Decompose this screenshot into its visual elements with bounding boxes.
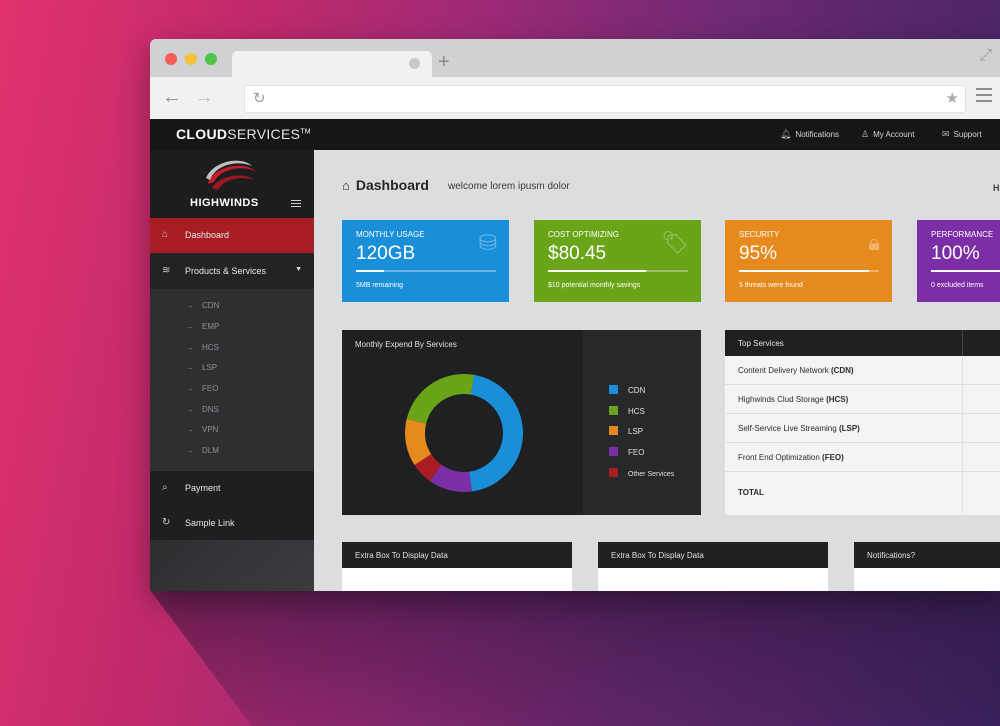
lock-icon: 🔒︎ — [868, 230, 880, 255]
sidebar-item-dashboard[interactable]: ⌂ Dashboard — [150, 218, 314, 253]
support-link[interactable]: ✉ Support — [942, 129, 982, 140]
logo-text: HIGHWINDS — [190, 197, 259, 209]
tab-close-icon[interactable] — [409, 58, 420, 69]
progress-bar — [739, 270, 879, 272]
sidebar-item-sample-link[interactable]: ↻ Sample Link — [150, 506, 314, 541]
browser-toolbar: ← → ↻ ★ — [150, 77, 1000, 119]
legend-item-feo: FEO — [609, 447, 644, 457]
submenu-item-feo[interactable]: → FEO — [186, 384, 218, 393]
sidebar: HIGHWINDS ⌂ Dashboard ≋ Products & Servi… — [150, 150, 314, 591]
page-right-text: H — [993, 183, 1000, 193]
arrow-right-icon: → — [186, 301, 194, 310]
main-content: ⌂ Dashboard welcome lorem ipusm dolor H M… — [314, 150, 1000, 591]
background-shadow — [150, 590, 1000, 726]
sidebar-footer — [150, 540, 314, 591]
stat-card-performance[interactable]: PERFORMANCE 100% 0 excluded items — [917, 220, 1000, 302]
submenu-item-dlm[interactable]: → DLM — [186, 446, 219, 455]
browser-menu-icon[interactable] — [976, 88, 992, 106]
table-row[interactable]: Front End Optimization (FEO) — [725, 443, 1000, 472]
user-icon: ♙ — [861, 129, 870, 139]
progress-bar — [548, 270, 688, 272]
home-icon: ⌂ — [162, 229, 169, 240]
chart-panel: Monthly Expend By Services CDN HCS LSP F… — [342, 330, 701, 515]
legend-item-hcs: HCS — [609, 406, 645, 416]
arrow-right-icon: → — [186, 363, 194, 372]
tag-icon: ⌕ — [162, 482, 168, 493]
table-row[interactable]: Self-Service Live Streaming (LSP) — [725, 414, 1000, 443]
arrow-right-icon: → — [186, 446, 194, 455]
chart-legend: CDN HCS LSP FEO Other Services — [583, 330, 701, 515]
chevron-down-icon: ▼ — [295, 266, 302, 273]
extra-box-2: Extra Box To Display Data — [598, 542, 828, 591]
bookmark-star-icon[interactable]: ★ — [946, 89, 959, 107]
legend-item-lsp: LSP — [609, 426, 643, 436]
submenu-item-emp[interactable]: → EMP — [186, 322, 219, 331]
close-window-button[interactable] — [165, 53, 177, 65]
submenu-item-hcs[interactable]: → HCS — [186, 343, 219, 352]
products-submenu: → CDN → EMP → HCS → LSP → FEO → DNS → VPN → DLM — [150, 289, 314, 471]
fullscreen-icon[interactable]: ⤢ — [979, 47, 992, 65]
stat-card-monthly-usage[interactable]: MONTHLY USAGE 120GB 5MB remaining ⛁ — [342, 220, 509, 302]
progress-bar — [931, 270, 1000, 272]
notifications-link[interactable]: 🔔︎ Notifications — [780, 129, 839, 140]
chart-title: Monthly Expend By Services — [355, 340, 457, 349]
price-tag-icon: 🏷︎ — [661, 230, 689, 255]
legend-item-other-services: Other Services — [609, 468, 674, 478]
submenu-item-vpn[interactable]: → VPN — [186, 425, 218, 434]
donut-chart — [405, 374, 523, 492]
refresh-icon: ↻ — [162, 517, 171, 528]
my-account-link[interactable]: ♙ My Account — [861, 129, 914, 140]
progress-bar — [356, 270, 496, 272]
submenu-item-dns[interactable]: → DNS — [186, 405, 219, 414]
app-header: CLOUDSERVICESTM 🔔︎ Notifications ♙ My Acco… — [150, 119, 1000, 150]
stat-card-security[interactable]: SECURITY 95% 5 threats were found 🔒︎ — [725, 220, 892, 302]
layers-icon: ≋ — [162, 265, 171, 276]
new-tab-button[interactable]: + — [438, 51, 450, 74]
highwinds-swoosh-icon — [206, 160, 256, 190]
browser-window: + ⤢ ← → ↻ ★ CLOUDSERVICESTM 🔔︎ Notificati… — [150, 39, 1000, 591]
top-services-table: Top Services Content Delivery Network (C… — [725, 330, 1000, 515]
sidebar-item-payment[interactable]: ⌕ Payment — [150, 471, 314, 506]
table-total-row: TOTAL — [725, 472, 1000, 514]
sidebar-toggle-icon[interactable] — [291, 200, 301, 209]
database-icon: ⛁ — [478, 230, 497, 255]
submenu-item-lsp[interactable]: → LSP — [186, 363, 217, 372]
legend-item-cdn: CDN — [609, 385, 645, 395]
extra-box-1: Extra Box To Display Data — [342, 542, 572, 591]
page-title: ⌂ Dashboard — [342, 177, 429, 193]
table-row[interactable]: Content Delivery Network (CDN) — [725, 356, 1000, 385]
notifications-box: Notifications? — [854, 542, 1000, 591]
sidebar-logo: HIGHWINDS — [150, 150, 314, 218]
page-subtitle: welcome lorem ipusm dolor — [448, 181, 570, 192]
mail-icon: ✉ — [942, 129, 950, 139]
home-icon: ⌂ — [342, 178, 350, 193]
arrow-right-icon: → — [186, 384, 194, 393]
reload-icon[interactable]: ↻ — [253, 89, 266, 107]
back-icon[interactable]: ← — [162, 86, 182, 109]
forward-icon[interactable]: → — [194, 86, 214, 109]
sidebar-item-products-services[interactable]: ≋ Products & Services ▼ — [150, 254, 314, 289]
brand-logo[interactable]: CLOUDSERVICESTM — [176, 126, 311, 142]
browser-titlebar: + ⤢ — [150, 39, 1000, 77]
arrow-right-icon: → — [186, 322, 194, 331]
arrow-right-icon: → — [186, 343, 194, 352]
stat-card-cost-optimizing[interactable]: COST OPTIMIZING $80.45 $10 potential mon… — [534, 220, 701, 302]
minimize-window-button[interactable] — [185, 53, 197, 65]
arrow-right-icon: → — [186, 405, 194, 414]
table-row[interactable]: Highwinds Clud Storage (HCS) — [725, 385, 1000, 414]
browser-tab[interactable] — [232, 51, 432, 77]
maximize-window-button[interactable] — [205, 53, 217, 65]
address-bar[interactable]: ↻ ★ — [244, 85, 966, 113]
submenu-item-cdn[interactable]: → CDN — [186, 301, 219, 310]
arrow-right-icon: → — [186, 425, 194, 434]
table-header: Top Services — [725, 330, 1000, 356]
bell-icon: 🔔︎ — [780, 129, 792, 139]
